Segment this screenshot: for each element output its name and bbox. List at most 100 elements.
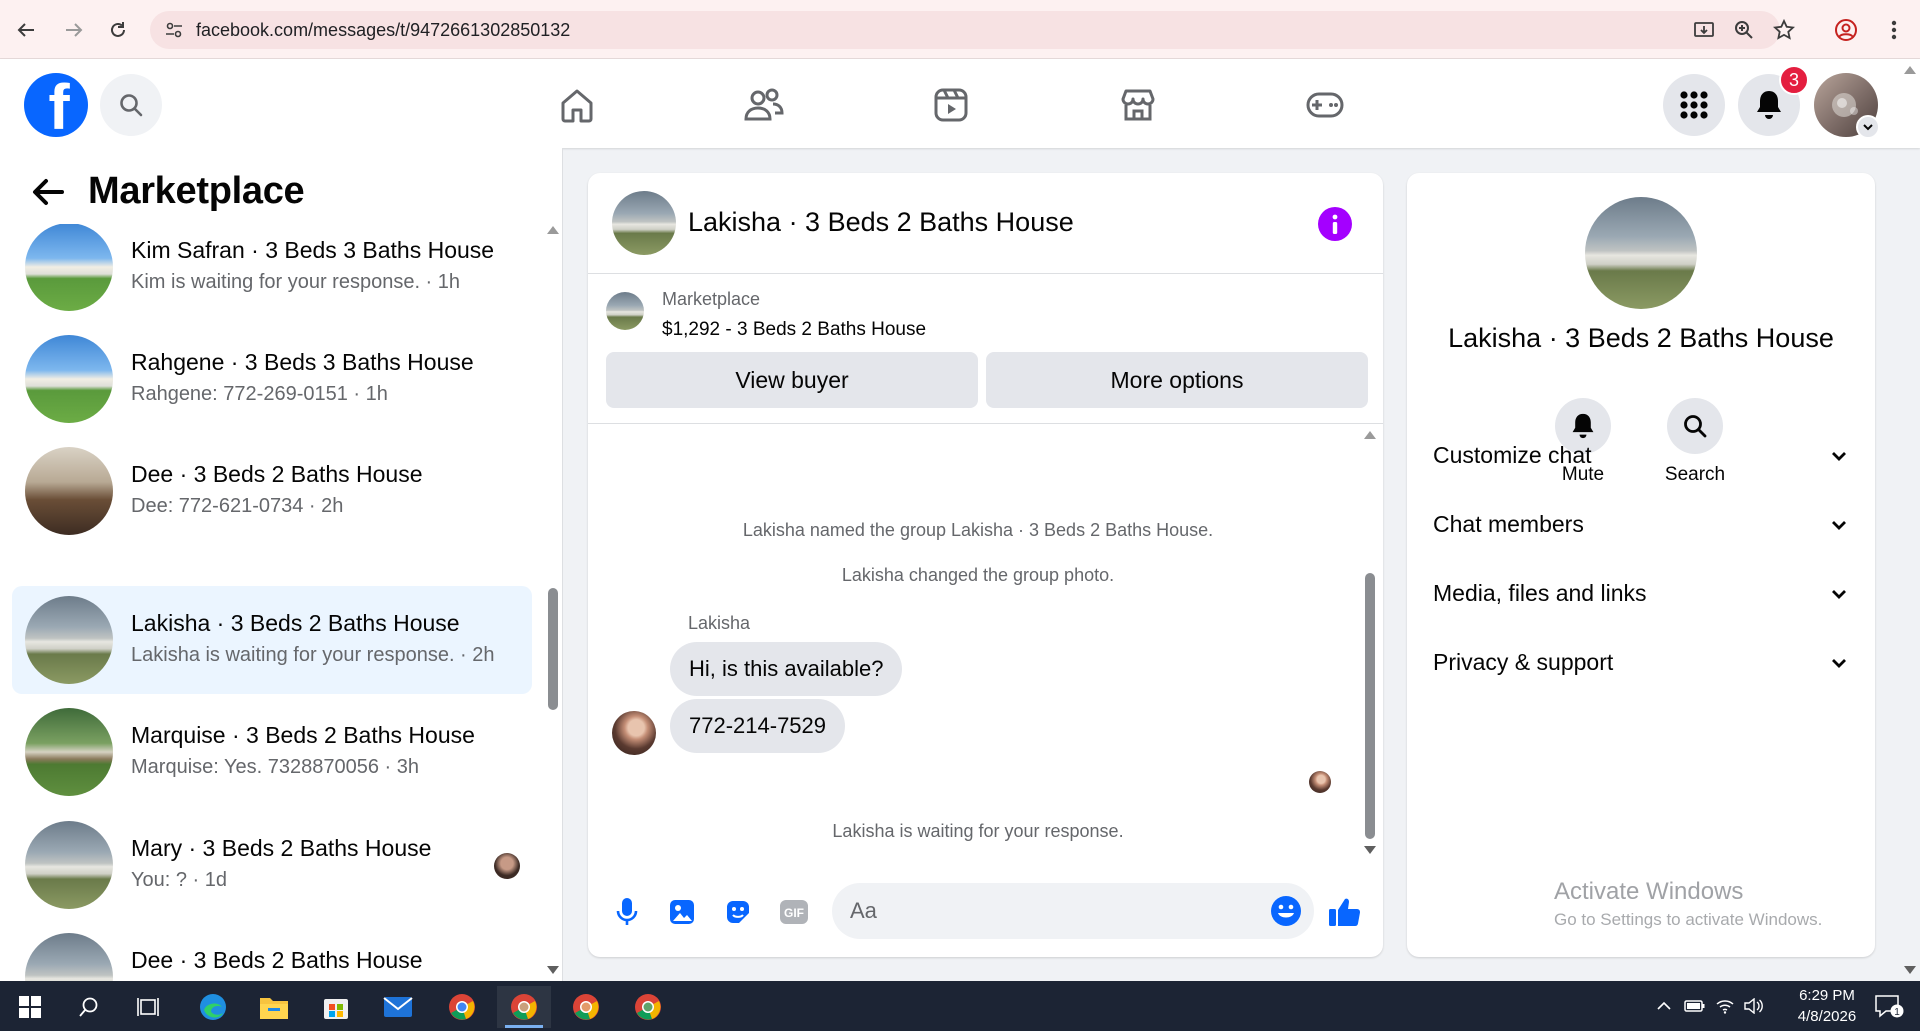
chat-panel: Lakisha · 3 Beds 2 Baths House Marketpla…: [588, 173, 1383, 957]
site-settings-icon[interactable]: [164, 20, 184, 40]
video-icon[interactable]: [927, 81, 975, 129]
more-options-button[interactable]: More options: [986, 352, 1368, 408]
conversation-item[interactable]: Marquise · 3 Beds 2 Baths House Marquise…: [12, 698, 532, 806]
info-icon: [1332, 214, 1338, 234]
waiting-notice: Lakisha is waiting for your response.: [832, 821, 1124, 841]
url-text[interactable]: facebook.com/messages/t/9472661302850132: [196, 20, 570, 41]
conversation-item[interactable]: Mary · 3 Beds 2 Baths House You: ? · 1d: [12, 811, 532, 919]
details-avatar[interactable]: [1585, 197, 1697, 309]
chevron-down-icon: [1832, 521, 1846, 530]
listing-thumbnail[interactable]: [606, 292, 644, 330]
view-buyer-button[interactable]: View buyer: [606, 352, 978, 408]
back-arrow-icon[interactable]: [10, 14, 42, 46]
wifi-icon[interactable]: [1713, 994, 1737, 1018]
svg-text:GIF: GIF: [784, 906, 804, 920]
chat-title[interactable]: Lakisha · 3 Beds 2 Baths House: [688, 207, 1074, 238]
message-bubble[interactable]: Hi, is this available?: [670, 642, 903, 696]
conversation-item[interactable]: Rahgene · 3 Beds 3 Baths House Rahgene: …: [12, 325, 532, 433]
browser-toolbar: facebook.com/messages/t/9472661302850132: [0, 0, 1920, 59]
conversation-item-active[interactable]: Lakisha · 3 Beds 2 Baths House Lakisha i…: [12, 586, 532, 694]
conversation-list[interactable]: Kim Safran · 3 Beds 3 Baths House Kim is…: [0, 148, 545, 981]
microphone-icon[interactable]: [610, 895, 644, 929]
file-explorer-icon[interactable]: [247, 986, 301, 1028]
customize-chat-section[interactable]: Customize chat: [1433, 434, 1853, 478]
chat-avatar[interactable]: [612, 191, 676, 255]
account-chevron-icon[interactable]: [1856, 115, 1880, 139]
chrome-taskbar-icon[interactable]: [621, 986, 675, 1028]
chrome-menu-icon[interactable]: [1878, 14, 1910, 46]
conversation-item[interactable]: Kim Safran · 3 Beds 3 Baths House Kim is…: [12, 213, 532, 321]
like-thumbs-up-icon[interactable]: [1328, 895, 1362, 929]
taskbar-search-icon[interactable]: [62, 986, 116, 1028]
reload-icon[interactable]: [102, 14, 134, 46]
address-bar[interactable]: facebook.com/messages/t/9472661302850132: [150, 11, 1780, 49]
marketplace-icon[interactable]: [1114, 81, 1162, 129]
taskbar-clock[interactable]: 6:29 PM 4/8/2026: [1772, 985, 1882, 1027]
edge-browser-icon[interactable]: [186, 986, 240, 1028]
chrome-taskbar-icon[interactable]: [559, 986, 613, 1028]
message-bubble[interactable]: 772-214-7529: [670, 699, 846, 753]
sidebar-scrollbar[interactable]: [548, 588, 558, 710]
privacy-support-section[interactable]: Privacy & support: [1433, 641, 1853, 685]
conversation-name: Lakisha · 3 Beds 2 Baths House: [131, 610, 460, 636]
conversation-item[interactable]: Dee · 3 Beds 2 Baths House Dee: 772-621-…: [12, 437, 532, 545]
conversation-name: Dee · 3 Beds 2 Baths House: [131, 461, 423, 487]
gif-icon[interactable]: GIF: [777, 895, 811, 929]
message-thread: Lakisha named the group Lakisha · 3 Beds…: [588, 425, 1383, 865]
home-icon[interactable]: [553, 81, 601, 129]
task-view-icon[interactable]: [121, 986, 175, 1028]
mail-icon[interactable]: [371, 986, 425, 1028]
sender-name: Lakisha: [688, 613, 751, 633]
forward-arrow-icon[interactable]: [58, 14, 90, 46]
emoji-icon[interactable]: [1270, 895, 1302, 927]
facebook-logo-icon[interactable]: f: [24, 73, 88, 137]
search-button[interactable]: [100, 74, 162, 136]
battery-icon[interactable]: [1683, 994, 1707, 1018]
menu-button[interactable]: [1663, 74, 1725, 136]
media-files-links-section[interactable]: Media, files and links: [1433, 572, 1853, 616]
scroll-down-arrow-icon[interactable]: [1904, 966, 1916, 974]
chrome-profile-icon[interactable]: [1830, 14, 1862, 46]
speaker-icon[interactable]: [1741, 994, 1765, 1018]
marketplace-sidebar: Kim Safran · 3 Beds 3 Baths House Kim is…: [0, 148, 563, 981]
system-message: Lakisha named the group Lakisha · 3 Beds…: [742, 520, 1214, 540]
gaming-icon[interactable]: [1301, 81, 1349, 129]
conversation-name: Kim Safran · 3 Beds 3 Baths House: [131, 237, 495, 263]
scroll-up-arrow-icon[interactable]: [547, 226, 559, 234]
chat-members-section[interactable]: Chat members: [1433, 503, 1853, 547]
windows-start-icon[interactable]: [3, 986, 57, 1028]
conversation-avatar: [25, 821, 113, 909]
seen-avatar: [494, 853, 520, 879]
conversation-avatar: [25, 223, 113, 311]
message-input[interactable]: [832, 883, 1314, 939]
sender-avatar[interactable]: [612, 711, 656, 755]
tray-expand-icon[interactable]: [1652, 994, 1676, 1018]
watermark-line-1: Activate Windows: [1554, 878, 1744, 905]
chrome-taskbar-icon-active[interactable]: [497, 986, 551, 1028]
back-arrow-icon[interactable]: [28, 172, 68, 212]
microsoft-store-icon[interactable]: [309, 986, 363, 1028]
chevron-down-icon: [1832, 659, 1846, 668]
conversation-item[interactable]: Dee · 3 Beds 2 Baths House: [12, 923, 532, 981]
chevron-down-icon: [1832, 590, 1846, 599]
clock-date: 4/8/2026: [1797, 1008, 1857, 1025]
conversation-preview: You: ? · 1d: [131, 869, 228, 891]
listing-category: Marketplace: [662, 289, 761, 309]
listing-title[interactable]: $1,292 - 3 Beds 2 Baths House: [662, 319, 926, 341]
install-app-icon[interactable]: [1688, 14, 1720, 46]
info-button[interactable]: [1318, 207, 1352, 241]
action-center-icon[interactable]: 1: [1872, 994, 1906, 1018]
section-label: Chat members: [1433, 511, 1584, 537]
scroll-up-arrow-icon[interactable]: [1904, 66, 1916, 74]
scroll-down-arrow-icon[interactable]: [547, 966, 559, 974]
conversation-preview: Lakisha is waiting for your response. · …: [131, 644, 495, 666]
friends-icon[interactable]: [740, 81, 788, 129]
zoom-icon[interactable]: [1728, 14, 1760, 46]
sticker-icon[interactable]: [721, 895, 755, 929]
photo-icon[interactable]: [665, 895, 699, 929]
chat-header: Lakisha · 3 Beds 2 Baths House: [588, 173, 1383, 274]
sidebar-title: Marketplace: [88, 170, 305, 212]
bookmark-star-icon[interactable]: [1768, 14, 1800, 46]
conversation-name: Dee · 3 Beds 2 Baths House: [131, 947, 423, 973]
chrome-taskbar-icon[interactable]: [435, 986, 489, 1028]
